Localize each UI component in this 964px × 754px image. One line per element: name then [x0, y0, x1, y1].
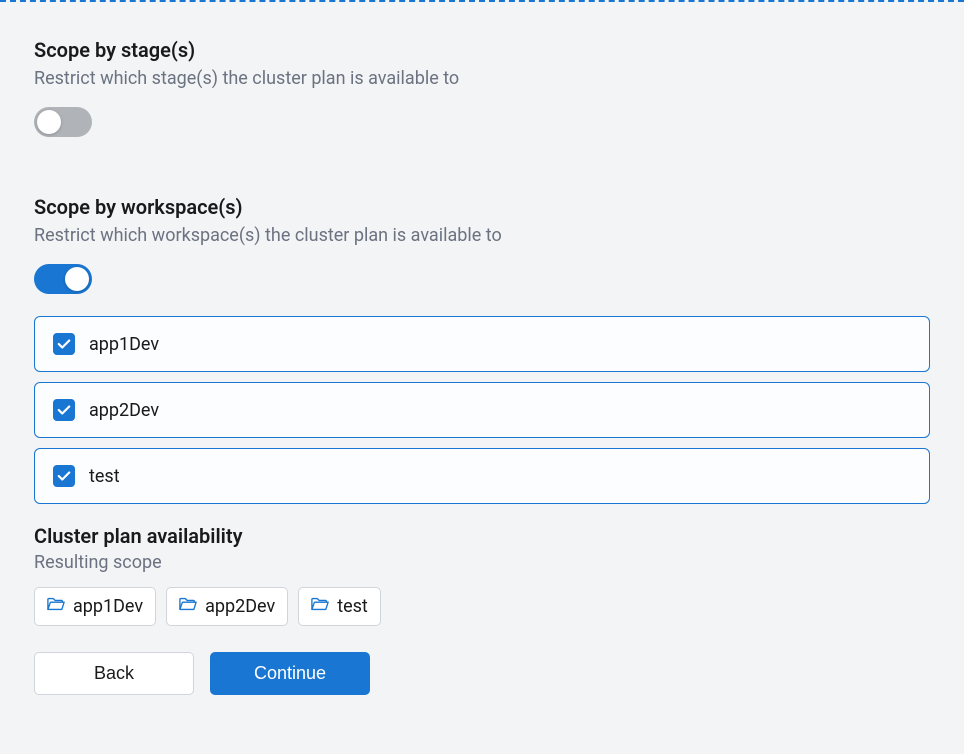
workspace-item-test[interactable]: test — [34, 448, 930, 504]
workspace-label: test — [89, 466, 120, 487]
workspace-label: app2Dev — [89, 400, 159, 421]
scope-tag-label: test — [337, 596, 368, 617]
scope-tag-row: app1Dev app2Dev test — [34, 587, 930, 626]
continue-button[interactable]: Continue — [210, 652, 370, 695]
stages-title: Scope by stage(s) — [34, 38, 930, 62]
stages-description: Restrict which stage(s) the cluster plan… — [34, 68, 930, 89]
folder-open-icon — [179, 596, 197, 617]
scope-tag-label: app1Dev — [73, 596, 143, 617]
button-row: Back Continue — [34, 652, 930, 695]
workspace-label: app1Dev — [89, 334, 159, 355]
folder-open-icon — [47, 596, 65, 617]
workspaces-description: Restrict which workspace(s) the cluster … — [34, 225, 930, 246]
toggle-knob — [65, 267, 89, 291]
checkbox-checked-icon — [53, 399, 75, 421]
workspace-item-app1dev[interactable]: app1Dev — [34, 316, 930, 372]
scope-tag: app2Dev — [166, 587, 288, 626]
folder-open-icon — [311, 596, 329, 617]
main-content: Scope by stage(s) Restrict which stage(s… — [0, 38, 964, 695]
scope-tag: app1Dev — [34, 587, 156, 626]
workspace-item-app2dev[interactable]: app2Dev — [34, 382, 930, 438]
availability-subtitle: Resulting scope — [34, 552, 930, 573]
availability-title: Cluster plan availability — [34, 524, 930, 548]
workspaces-title: Scope by workspace(s) — [34, 195, 930, 219]
scope-tag-label: app2Dev — [205, 596, 275, 617]
stages-toggle[interactable] — [34, 107, 92, 137]
checkbox-checked-icon — [53, 465, 75, 487]
scope-tag: test — [298, 587, 381, 626]
checkbox-checked-icon — [53, 333, 75, 355]
toggle-knob — [37, 110, 61, 134]
dashed-divider — [0, 0, 964, 2]
workspaces-toggle[interactable] — [34, 264, 92, 294]
back-button[interactable]: Back — [34, 652, 194, 695]
